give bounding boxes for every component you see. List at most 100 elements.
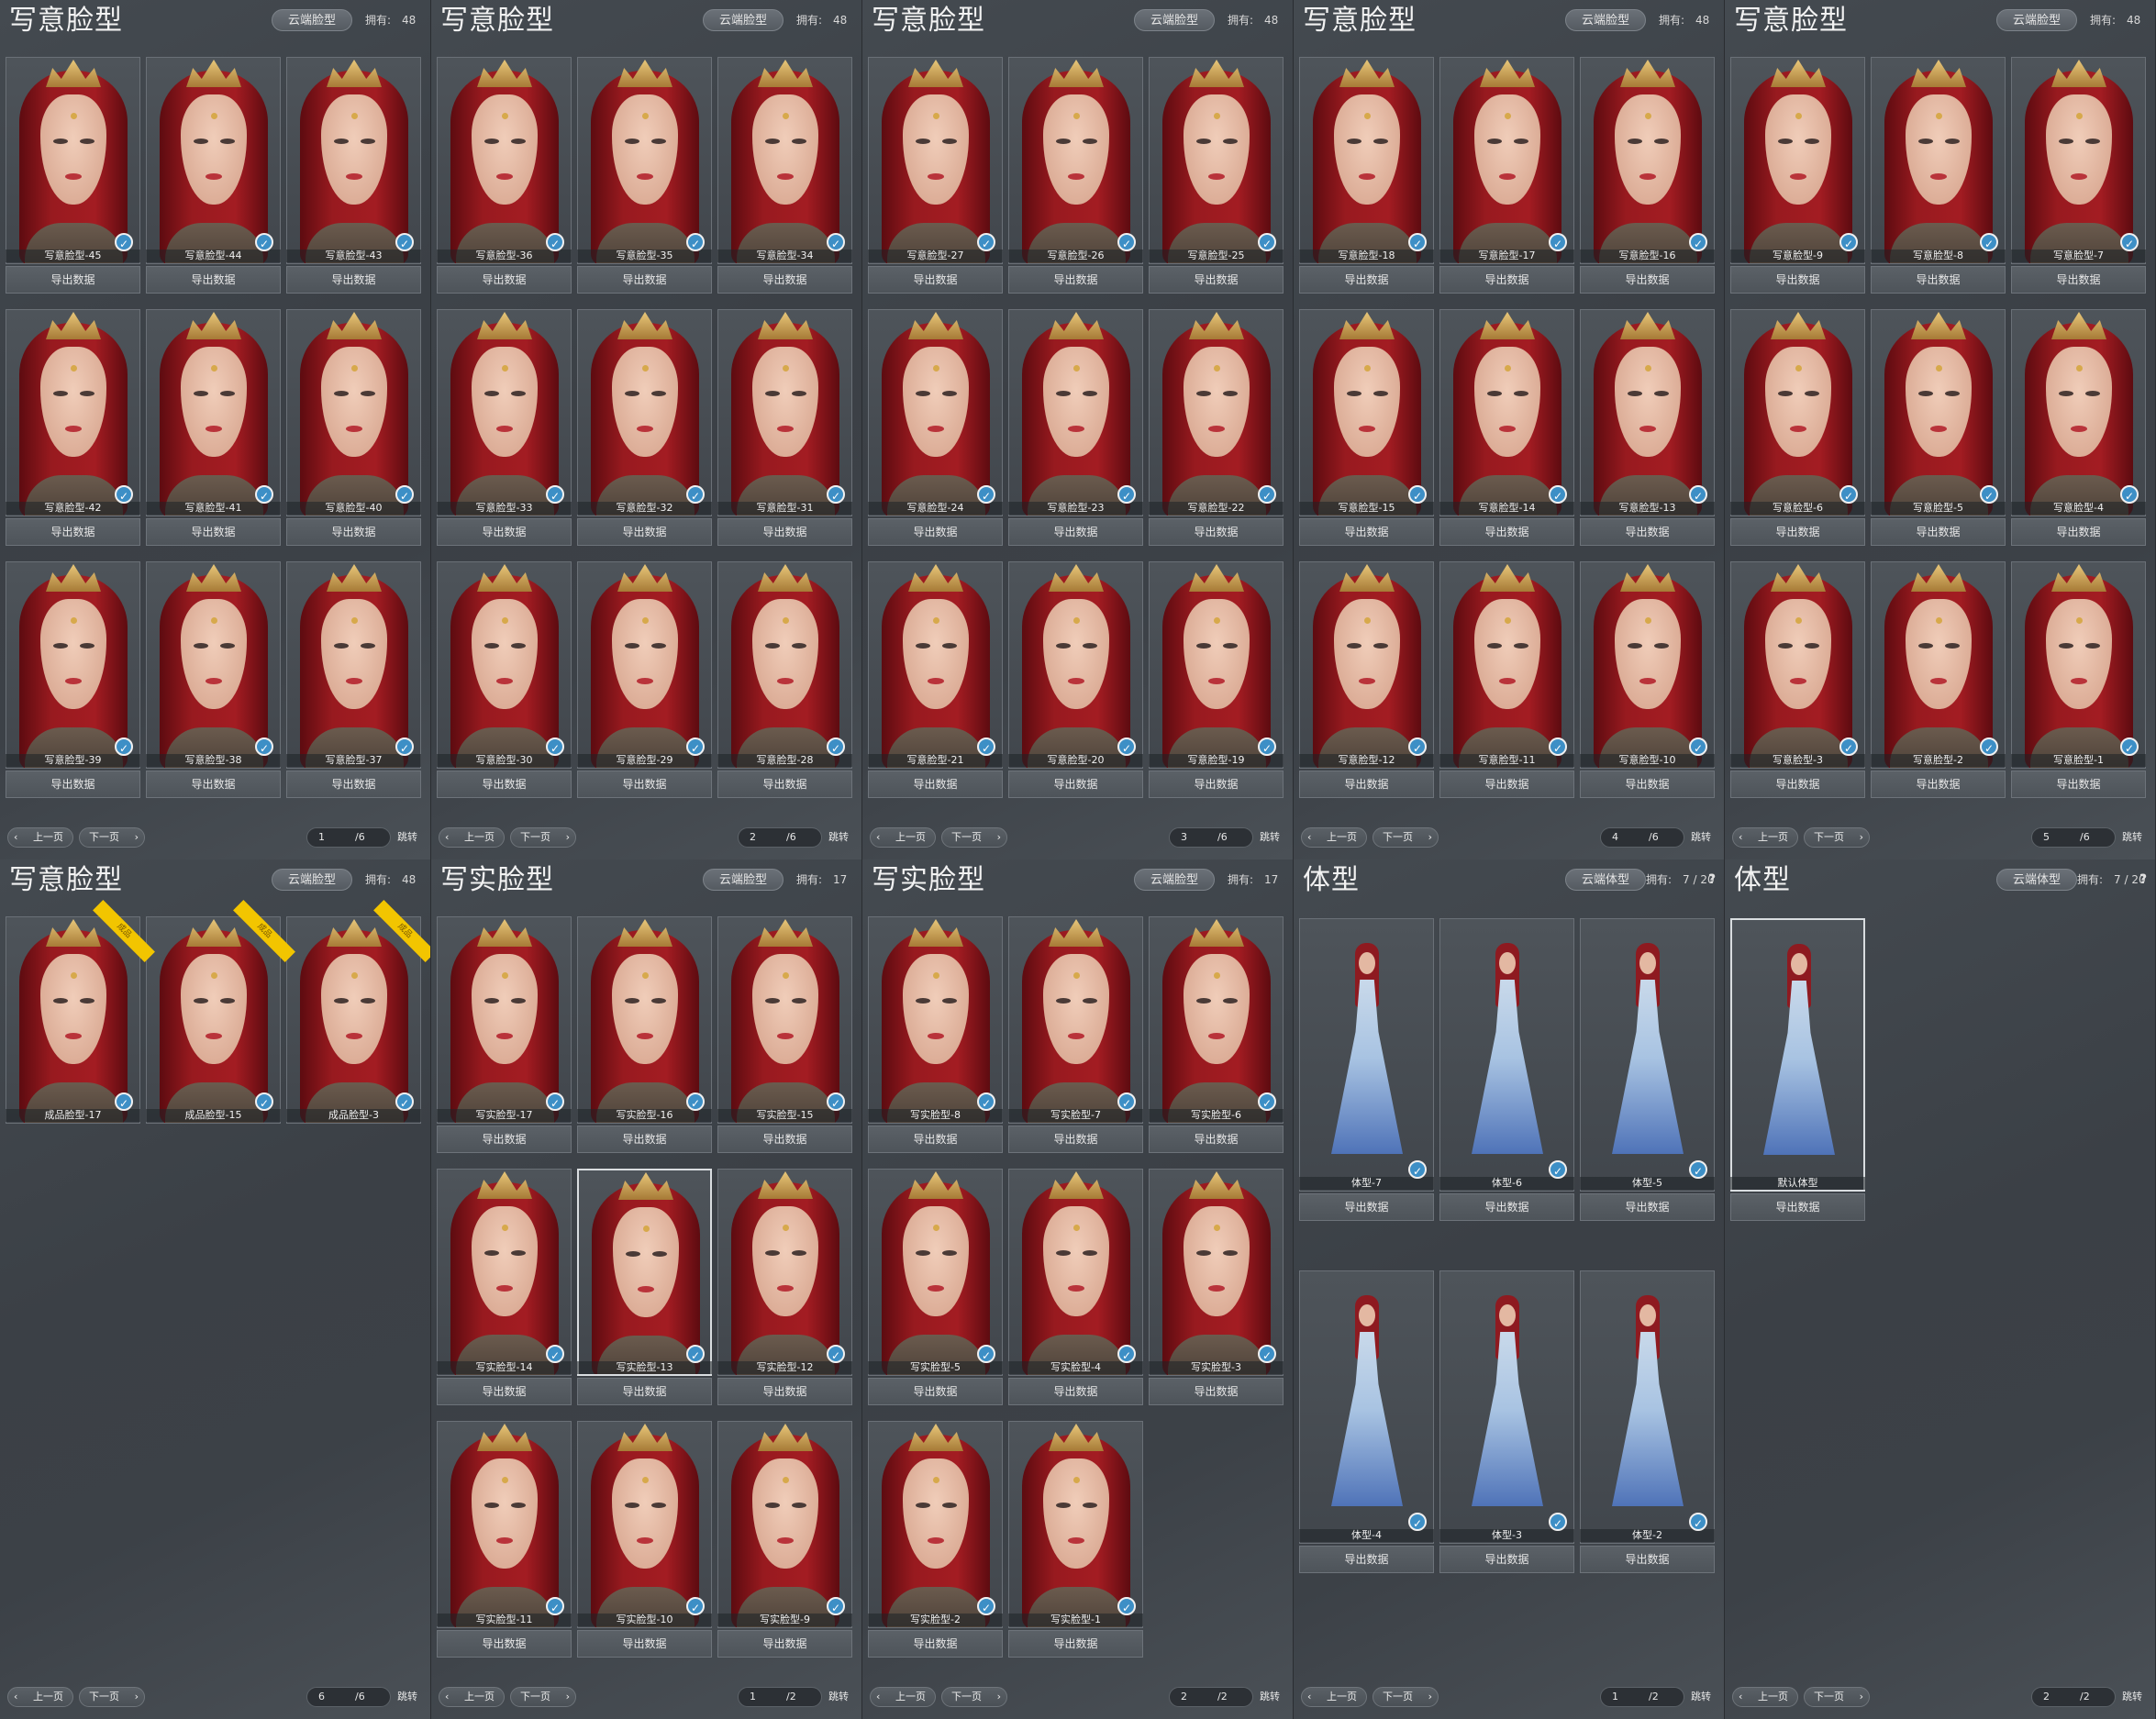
face-preset-card[interactable]: ✓ 写意脸型-19 bbox=[1149, 561, 1284, 769]
page-number-input[interactable]: 5/6 bbox=[2031, 827, 2116, 848]
export-data-button[interactable]: 导出数据 bbox=[1008, 518, 1143, 546]
export-data-button[interactable]: 导出数据 bbox=[868, 1378, 1003, 1405]
export-data-button[interactable]: 导出数据 bbox=[868, 1126, 1003, 1153]
face-preset-card[interactable]: ✓ 写意脸型-22 bbox=[1149, 309, 1284, 516]
face-preset-card[interactable]: ✓ 写意脸型-11 bbox=[1439, 561, 1574, 769]
face-preset-card[interactable]: ✓ 写实脸型-11 bbox=[437, 1421, 572, 1628]
face-preset-card[interactable]: ✓ 写意脸型-3 bbox=[1730, 561, 1865, 769]
export-data-button[interactable]: 导出数据 bbox=[146, 771, 281, 798]
face-preset-card[interactable]: 成品 ✓ 成品脸型-17 bbox=[6, 900, 155, 1124]
face-preset-card[interactable]: ✓ 写意脸型-10 bbox=[1580, 561, 1715, 769]
face-preset-card[interactable]: ✓ 写意脸型-39 bbox=[6, 561, 140, 769]
next-page-button[interactable]: 下一页 › bbox=[941, 1687, 1007, 1707]
cloud-button[interactable]: 云端脸型 bbox=[703, 9, 783, 31]
face-preset-card[interactable]: ✓ 写实脸型-5 bbox=[868, 1169, 1003, 1376]
export-data-button[interactable]: 导出数据 bbox=[1580, 518, 1715, 546]
export-data-button[interactable]: 导出数据 bbox=[577, 1126, 712, 1153]
page-number-input[interactable]: 2/2 bbox=[2031, 1687, 2116, 1707]
export-data-button[interactable]: 导出数据 bbox=[1439, 771, 1574, 798]
export-data-button[interactable]: 导出数据 bbox=[6, 771, 140, 798]
export-data-button[interactable]: 导出数据 bbox=[868, 266, 1003, 294]
export-data-button[interactable]: 导出数据 bbox=[1008, 1126, 1143, 1153]
export-data-button[interactable]: 导出数据 bbox=[1149, 266, 1284, 294]
export-data-button[interactable]: 导出数据 bbox=[2011, 771, 2146, 798]
jump-button[interactable]: 跳转 bbox=[822, 827, 855, 848]
cloud-button[interactable]: 云端体型 bbox=[1996, 869, 2077, 891]
export-data-button[interactable]: 导出数据 bbox=[146, 518, 281, 546]
next-page-button[interactable]: 下一页 › bbox=[1373, 1687, 1439, 1707]
export-data-button[interactable]: 导出数据 bbox=[437, 1630, 572, 1658]
export-data-button[interactable]: 导出数据 bbox=[1439, 1546, 1574, 1573]
face-preset-card[interactable]: ✓ 写意脸型-43 bbox=[286, 57, 421, 264]
export-data-button[interactable]: 导出数据 bbox=[286, 771, 421, 798]
export-data-button[interactable]: 导出数据 bbox=[1149, 518, 1284, 546]
face-preset-card[interactable]: ✓ 写实脸型-8 bbox=[868, 916, 1003, 1124]
export-data-button[interactable]: 导出数据 bbox=[6, 266, 140, 294]
next-page-button[interactable]: 下一页 › bbox=[79, 1687, 145, 1707]
export-data-button[interactable]: 导出数据 bbox=[1730, 1193, 1865, 1221]
export-data-button[interactable]: 导出数据 bbox=[717, 1126, 852, 1153]
help-icon[interactable]: ? bbox=[1708, 871, 1721, 887]
export-data-button[interactable]: 导出数据 bbox=[717, 266, 852, 294]
face-preset-card[interactable]: ✓ 写意脸型-24 bbox=[868, 309, 1003, 516]
page-number-input[interactable]: 1/6 bbox=[306, 827, 391, 848]
export-data-button[interactable]: 导出数据 bbox=[286, 518, 421, 546]
export-data-button[interactable]: 导出数据 bbox=[2011, 266, 2146, 294]
export-data-button[interactable]: 导出数据 bbox=[1730, 771, 1865, 798]
jump-button[interactable]: 跳转 bbox=[822, 1687, 855, 1707]
export-data-button[interactable]: 导出数据 bbox=[868, 518, 1003, 546]
export-data-button[interactable]: 导出数据 bbox=[1871, 518, 2006, 546]
body-type-card[interactable]: ✓ 体型-4 bbox=[1299, 1270, 1434, 1544]
export-data-button[interactable]: 导出数据 bbox=[717, 1630, 852, 1658]
export-data-button[interactable]: 导出数据 bbox=[437, 1126, 572, 1153]
face-preset-card[interactable]: ✓ 写意脸型-45 bbox=[6, 57, 140, 264]
export-data-button[interactable]: 导出数据 bbox=[146, 266, 281, 294]
face-preset-card[interactable]: ✓ 写实脸型-16 bbox=[577, 916, 712, 1124]
face-preset-card[interactable]: ✓ 写意脸型-31 bbox=[717, 309, 852, 516]
cloud-button[interactable]: 云端脸型 bbox=[272, 9, 352, 31]
jump-button[interactable]: 跳转 bbox=[1253, 1687, 1286, 1707]
page-number-input[interactable]: 1/2 bbox=[1600, 1687, 1684, 1707]
export-data-button[interactable]: 导出数据 bbox=[1439, 266, 1574, 294]
face-preset-card[interactable]: ✓ 写意脸型-42 bbox=[6, 309, 140, 516]
export-data-button[interactable]: 导出数据 bbox=[1439, 1193, 1574, 1221]
export-data-button[interactable]: 导出数据 bbox=[868, 771, 1003, 798]
export-data-button[interactable]: 导出数据 bbox=[437, 771, 572, 798]
face-preset-card[interactable]: ✓ 写意脸型-38 bbox=[146, 561, 281, 769]
next-page-button[interactable]: 下一页 › bbox=[1373, 827, 1439, 848]
face-preset-card[interactable]: ✓ 写意脸型-25 bbox=[1149, 57, 1284, 264]
face-preset-card[interactable]: ✓ 写意脸型-35 bbox=[577, 57, 712, 264]
export-data-button[interactable]: 导出数据 bbox=[1149, 1126, 1284, 1153]
export-data-button[interactable]: 导出数据 bbox=[1439, 518, 1574, 546]
face-preset-card[interactable]: ✓ 写实脸型-1 bbox=[1008, 1421, 1143, 1628]
export-data-button[interactable]: 导出数据 bbox=[1149, 1378, 1284, 1405]
export-data-button[interactable]: 导出数据 bbox=[577, 1630, 712, 1658]
face-preset-card[interactable]: ✓ 写意脸型-4 bbox=[2011, 309, 2146, 516]
face-preset-card[interactable]: ✓ 写实脸型-7 bbox=[1008, 916, 1143, 1124]
next-page-button[interactable]: 下一页 › bbox=[1804, 1687, 1870, 1707]
body-type-card[interactable]: ✓ 体型-6 bbox=[1439, 918, 1574, 1192]
body-type-card[interactable]: ✓ 体型-3 bbox=[1439, 1270, 1574, 1544]
face-preset-card[interactable]: ✓ 写意脸型-30 bbox=[437, 561, 572, 769]
face-preset-card[interactable]: ✓ 写意脸型-23 bbox=[1008, 309, 1143, 516]
page-number-input[interactable]: 6/6 bbox=[306, 1687, 391, 1707]
face-preset-card[interactable]: ✓ 写意脸型-21 bbox=[868, 561, 1003, 769]
prev-page-button[interactable]: ‹ 上一页 bbox=[1732, 1687, 1798, 1707]
face-preset-card[interactable]: ✓ 写意脸型-2 bbox=[1871, 561, 2006, 769]
face-preset-card[interactable]: ✓ 写意脸型-36 bbox=[437, 57, 572, 264]
face-preset-card[interactable]: ✓ 写意脸型-40 bbox=[286, 309, 421, 516]
page-number-input[interactable]: 2/6 bbox=[738, 827, 822, 848]
jump-button[interactable]: 跳转 bbox=[1684, 827, 1717, 848]
face-preset-card[interactable]: ✓ 写实脸型-3 bbox=[1149, 1169, 1284, 1376]
export-data-button[interactable]: 导出数据 bbox=[1008, 771, 1143, 798]
prev-page-button[interactable]: ‹ 上一页 bbox=[439, 1687, 505, 1707]
export-data-button[interactable]: 导出数据 bbox=[717, 1378, 852, 1405]
export-data-button[interactable]: 导出数据 bbox=[1730, 518, 1865, 546]
export-data-button[interactable]: 导出数据 bbox=[577, 1378, 712, 1405]
export-data-button[interactable]: 导出数据 bbox=[1008, 1630, 1143, 1658]
face-preset-card[interactable]: ✓ 写意脸型-5 bbox=[1871, 309, 2006, 516]
export-data-button[interactable]: 导出数据 bbox=[1580, 1546, 1715, 1573]
face-preset-card[interactable]: ✓ 写意脸型-20 bbox=[1008, 561, 1143, 769]
face-preset-card[interactable]: ✓ 写意脸型-17 bbox=[1439, 57, 1574, 264]
next-page-button[interactable]: 下一页 › bbox=[1804, 827, 1870, 848]
